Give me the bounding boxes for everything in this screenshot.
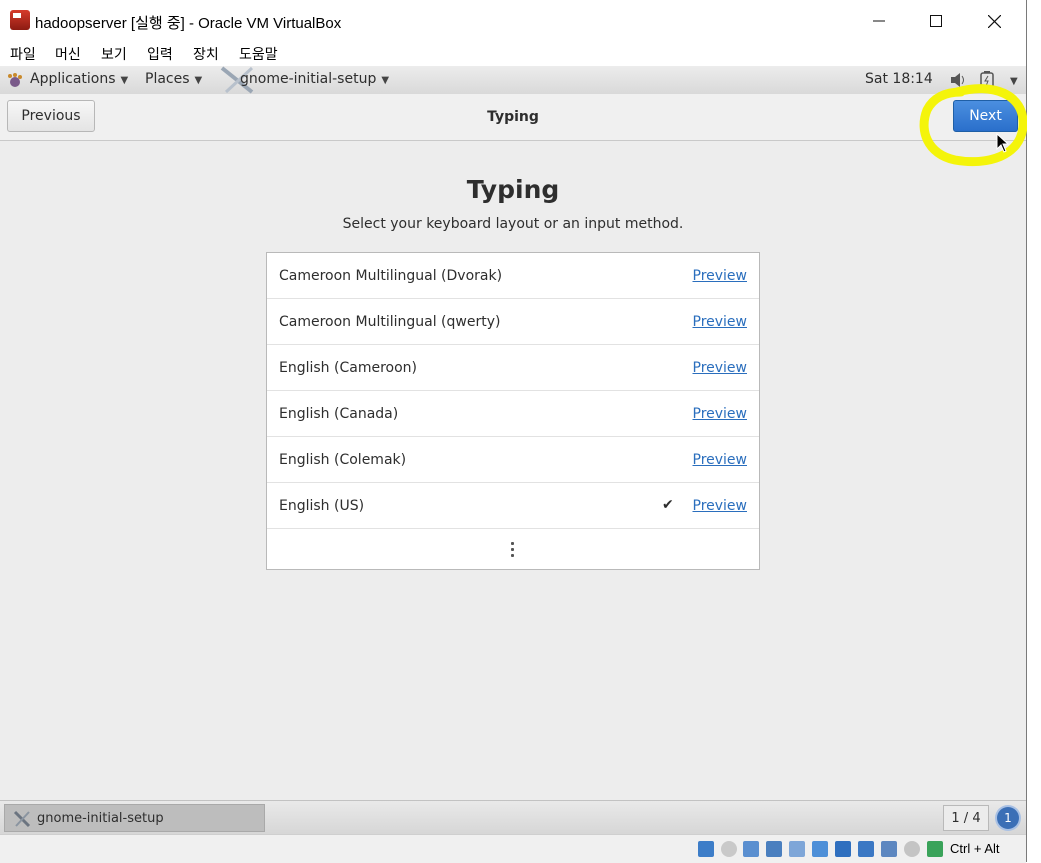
preview-link[interactable]: Preview	[693, 452, 748, 468]
show-more-row[interactable]	[267, 529, 759, 569]
menu-input[interactable]: 입력	[147, 44, 173, 64]
preview-link[interactable]: Preview	[693, 314, 748, 330]
close-icon	[987, 14, 1001, 28]
keyboard-layout-list: Cameroon Multilingual (Dvorak) Preview C…	[266, 252, 760, 570]
workspace-switcher[interactable]: 1 / 4	[943, 805, 989, 831]
gnome-bottom-taskbar: gnome-initial-setup 1 / 4 1	[0, 800, 1026, 835]
layout-name: English (Colemak)	[279, 452, 407, 468]
window-title: hadoopserver [실행 중] - Oracle VM VirtualB…	[35, 15, 342, 32]
layout-name: Cameroon Multilingual (Dvorak)	[279, 268, 503, 284]
list-item[interactable]: English (Cameroon) Preview	[267, 345, 759, 391]
layout-name: Cameroon Multilingual (qwerty)	[279, 314, 501, 330]
video-capture-icon[interactable]	[858, 841, 874, 857]
app-menu[interactable]: gnome-initial-setup ▼	[240, 71, 389, 87]
header-title: Typing	[487, 109, 539, 125]
list-item[interactable]: English (Colemak) Preview	[267, 437, 759, 483]
hard-disk-icon[interactable]	[698, 841, 714, 857]
app-menu-label: gnome-initial-setup	[240, 71, 377, 87]
gnome-foot-icon	[8, 73, 22, 87]
list-item-selected[interactable]: English (US) ✔ Preview	[267, 483, 759, 529]
menu-file[interactable]: 파일	[10, 44, 36, 64]
shared-folders-icon[interactable]	[812, 841, 828, 857]
preview-link[interactable]: Preview	[693, 406, 748, 422]
vm-menubar: 파일 머신 보기 입력 장치 도움말	[0, 42, 1026, 66]
optical-drive-icon[interactable]	[721, 841, 737, 857]
preview-link[interactable]: Preview	[693, 360, 748, 376]
minimize-button[interactable]	[856, 6, 902, 36]
taskbar-window-button[interactable]: gnome-initial-setup	[4, 804, 265, 832]
layout-name: English (Canada)	[279, 406, 399, 422]
menu-view[interactable]: 보기	[101, 44, 127, 64]
host-key-arrow-icon[interactable]	[927, 841, 943, 857]
page-heading: Typing	[466, 175, 560, 204]
menu-help[interactable]: 도움말	[239, 44, 278, 64]
mouse-pointer-icon	[996, 133, 1010, 153]
more-vertical-icon	[511, 542, 515, 558]
applications-label: Applications	[30, 71, 116, 87]
network-icon[interactable]	[766, 841, 782, 857]
list-item[interactable]: Cameroon Multilingual (qwerty) Preview	[267, 299, 759, 345]
chevron-down-icon: ▼	[381, 75, 390, 86]
setup-headerbar: Previous Typing Next	[0, 94, 1026, 141]
mouse-integration-icon[interactable]	[904, 841, 920, 857]
window-titlebar: hadoopserver [실행 중] - Oracle VM VirtualB…	[0, 0, 1026, 42]
list-item[interactable]: English (Canada) Preview	[267, 391, 759, 437]
tools-icon	[13, 810, 31, 828]
list-item[interactable]: Cameroon Multilingual (Dvorak) Preview	[267, 253, 759, 299]
audio-icon[interactable]	[743, 841, 759, 857]
layout-name: English (US)	[279, 498, 365, 514]
host-key-label: Ctrl + Alt	[950, 841, 1000, 856]
display-icon[interactable]	[835, 841, 851, 857]
applications-menu[interactable]: Applications ▼	[30, 71, 128, 87]
layout-name: English (Cameroon)	[279, 360, 417, 376]
gnome-top-panel: Applications ▼ Places ▼ gnome-initial-setu…	[0, 66, 1026, 95]
taskbar-window-label: gnome-initial-setup	[37, 811, 164, 826]
virtualbox-app-icon	[10, 10, 30, 30]
places-menu[interactable]: Places ▼	[145, 71, 202, 87]
virtualbox-status-bar: Ctrl + Alt	[0, 834, 1026, 863]
checkmark-icon: ✔	[662, 497, 674, 513]
minimize-icon	[873, 20, 885, 22]
places-label: Places	[145, 71, 190, 87]
usb-icon[interactable]	[789, 841, 805, 857]
preview-link[interactable]: Preview	[693, 268, 748, 284]
preview-link[interactable]: Preview	[693, 498, 748, 514]
notification-badge[interactable]: 1	[997, 807, 1019, 829]
close-button[interactable]	[971, 6, 1017, 36]
background-desktop-edge	[1027, 0, 1041, 862]
menu-devices[interactable]: 장치	[193, 44, 219, 64]
highlight-annotation	[919, 84, 1027, 167]
virtualbox-window: hadoopserver [실행 중] - Oracle VM VirtualB…	[0, 0, 1027, 863]
page-subtitle: Select your keyboard layout or an input …	[342, 216, 684, 232]
maximize-icon	[930, 15, 942, 27]
chevron-down-icon: ▼	[194, 75, 203, 86]
chevron-down-icon: ▼	[120, 75, 129, 86]
maximize-button[interactable]	[913, 6, 959, 36]
menu-machine[interactable]: 머신	[55, 44, 81, 64]
cpu-icon[interactable]	[881, 841, 897, 857]
